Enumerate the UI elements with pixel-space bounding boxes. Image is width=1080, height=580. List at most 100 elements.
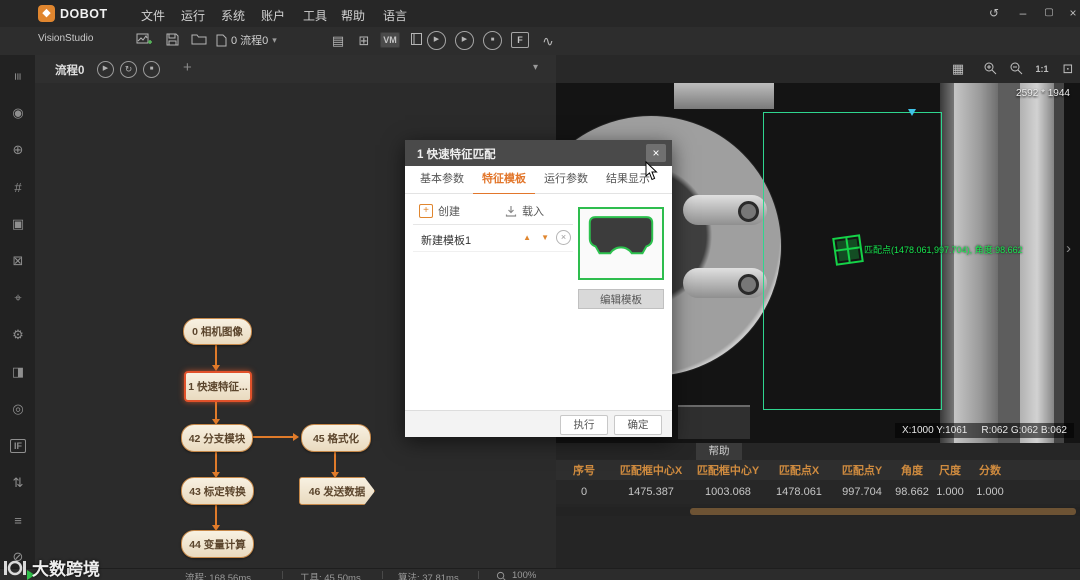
status-flow-time: 流程: 168.56ms	[185, 573, 251, 580]
tab-basic-params[interactable]: 基本参数	[411, 166, 473, 193]
menu-account[interactable]: 账户	[261, 7, 285, 24]
dialog-close-icon[interactable]: ×	[646, 144, 666, 162]
caliper-icon[interactable]: ⌖	[7, 287, 29, 309]
menu-tools[interactable]: 工具	[303, 7, 327, 24]
status-algo-time: 算法: 37.81ms	[398, 573, 459, 580]
zoom-actual-button[interactable]: 1:1	[1032, 61, 1052, 77]
flow-connector	[215, 343, 217, 367]
flow-run-icon[interactable]: ▶	[97, 61, 114, 78]
circle-detect-icon[interactable]: ◎	[7, 398, 29, 420]
match-marker	[832, 234, 864, 266]
flow-node-fast-feature-match[interactable]: 1 快速特征...	[184, 371, 252, 402]
col-box-center-y: 匹配框中心Y	[696, 465, 760, 477]
confirm-button[interactable]: 确定	[614, 415, 662, 435]
cell-match-y: 997.704	[842, 486, 882, 498]
template-list-item[interactable]: 新建模板1 ▲ ▼ ×	[413, 225, 573, 252]
fill-icon[interactable]: ◨	[7, 361, 29, 383]
run-continuous-button[interactable]: ▶	[427, 31, 446, 50]
flow-header-chevron-icon[interactable]: ▾	[533, 62, 538, 73]
topology-icon[interactable]: ⊞	[354, 32, 374, 50]
match-result-label: 匹配点(1478.061,997.704), 角度:98.662	[864, 245, 1023, 255]
save-icon[interactable]	[162, 32, 182, 50]
vm-icon[interactable]: VM	[380, 32, 400, 48]
minimize-icon[interactable]: –	[1012, 5, 1034, 21]
flow-node-format[interactable]: 45 格式化	[301, 424, 371, 452]
add-image-icon[interactable]	[134, 32, 154, 50]
sort-flow-icon[interactable]: ⇅	[7, 472, 29, 494]
run-once-button[interactable]: ▶	[455, 31, 474, 50]
execute-button[interactable]: 执行	[560, 415, 608, 435]
scrollbar-thumb[interactable]	[690, 508, 1076, 515]
flow-loop-icon[interactable]: ↻	[120, 61, 137, 78]
col-angle: 角度	[901, 465, 923, 477]
dialog-footer: 执行 确定	[405, 410, 672, 437]
flow-stop-icon[interactable]: ■	[143, 61, 160, 78]
io-grid-icon[interactable]: #	[7, 176, 29, 198]
status-zoom-icon[interactable]	[496, 569, 507, 580]
move-up-icon[interactable]: ▲	[523, 233, 531, 242]
stop-button[interactable]: ■	[483, 31, 502, 50]
cell-box-center-y: 1003.068	[705, 486, 751, 498]
maximize-icon[interactable]: ▢	[1038, 5, 1060, 21]
menu-help[interactable]: 帮助	[341, 7, 365, 24]
flow-node-variable-calc[interactable]: 44 变量计算	[181, 530, 254, 558]
list-stack-icon[interactable]: ≡	[7, 509, 29, 531]
zoom-in-icon[interactable]	[980, 61, 1000, 77]
flow-node-calibration[interactable]: 43 标定转换	[181, 477, 254, 505]
locate-icon[interactable]: ⊕	[7, 139, 29, 161]
flow-tab-title[interactable]: 流程0	[55, 62, 84, 78]
dialog-tab-bar: 基本参数 特征模板 运行参数 结果显示	[405, 166, 672, 195]
clamp-hole-icon	[738, 201, 759, 222]
if-branch-icon[interactable]: IF	[7, 435, 29, 457]
edit-template-button[interactable]: 编辑模板	[578, 289, 664, 309]
load-template-button[interactable]: 载入	[505, 203, 544, 219]
template-preview[interactable]	[578, 207, 664, 280]
col-scale: 尺度	[939, 465, 961, 477]
add-flow-tab-button[interactable]: +	[183, 59, 192, 76]
dialog-body: + 创建 载入 新建模板1 ▲ ▼ × 编辑模板	[405, 194, 672, 410]
template-match-icon[interactable]: ⊠	[7, 250, 29, 272]
menu-system[interactable]: 系统	[221, 7, 245, 24]
create-template-button[interactable]: + 创建	[419, 203, 460, 219]
flow-node-branch[interactable]: 42 分支模块	[181, 424, 253, 452]
f-block-button[interactable]: F	[511, 32, 529, 48]
panel-expand-chevron[interactable]: ›	[1066, 240, 1071, 257]
product-name: VisionStudio	[38, 33, 94, 44]
log-book-icon[interactable]	[406, 32, 426, 50]
flow-node-camera[interactable]: 0 相机图像	[183, 318, 252, 345]
menu-language[interactable]: 语言	[383, 7, 407, 24]
menu-file[interactable]: 文件	[141, 7, 165, 24]
col-score: 分数	[979, 465, 1001, 477]
status-zoom-level[interactable]: 100%	[512, 570, 536, 580]
template-shape	[588, 216, 654, 255]
zoom-out-icon[interactable]	[1006, 61, 1026, 77]
delete-template-icon[interactable]: ×	[556, 230, 571, 245]
dialog-title: 1 快速特征匹配	[417, 149, 496, 161]
clamp-hole-icon	[738, 274, 759, 295]
cell-angle: 98.662	[895, 486, 929, 498]
camera-icon[interactable]: ◉	[7, 102, 29, 124]
template-name: 新建模板1	[421, 235, 472, 247]
open-folder-icon[interactable]	[189, 32, 209, 50]
flow-node-send-data[interactable]: 46 发送数据	[299, 477, 375, 505]
view-grid-icon[interactable]: ▦	[948, 61, 968, 77]
flow-arrowhead	[293, 433, 299, 441]
menu-run[interactable]: 运行	[181, 7, 205, 24]
result-table-row[interactable]: 0 1475.387 1003.068 1478.061 997.704 98.…	[556, 480, 1080, 504]
pixel-xy-label: X:1000 Y:1061	[901, 425, 968, 436]
fit-view-icon[interactable]: ⊡	[1058, 61, 1078, 77]
curve-tool-icon[interactable]: ∿	[538, 32, 558, 50]
move-down-icon[interactable]: ▼	[541, 233, 549, 242]
pixel-info-bar: X:1000 Y:1061 R:062 G:062 B:062	[894, 423, 1074, 438]
sliders-icon[interactable]: ≡	[7, 65, 29, 87]
region-select-icon[interactable]: ▣	[7, 213, 29, 235]
settings-tool-icon[interactable]: ⚙	[7, 324, 29, 346]
table-h-scrollbar[interactable]	[556, 507, 1080, 516]
tab-feature-template[interactable]: 特征模板	[473, 166, 535, 195]
process-selector[interactable]: 0 流程0 ▾	[216, 31, 277, 49]
tab-help[interactable]: 帮助	[696, 443, 742, 460]
layers-icon[interactable]: ▤	[328, 32, 348, 50]
history-icon[interactable]: ↺	[983, 5, 1005, 21]
tab-run-params[interactable]: 运行参数	[535, 166, 597, 193]
close-icon[interactable]: ×	[1062, 5, 1080, 21]
